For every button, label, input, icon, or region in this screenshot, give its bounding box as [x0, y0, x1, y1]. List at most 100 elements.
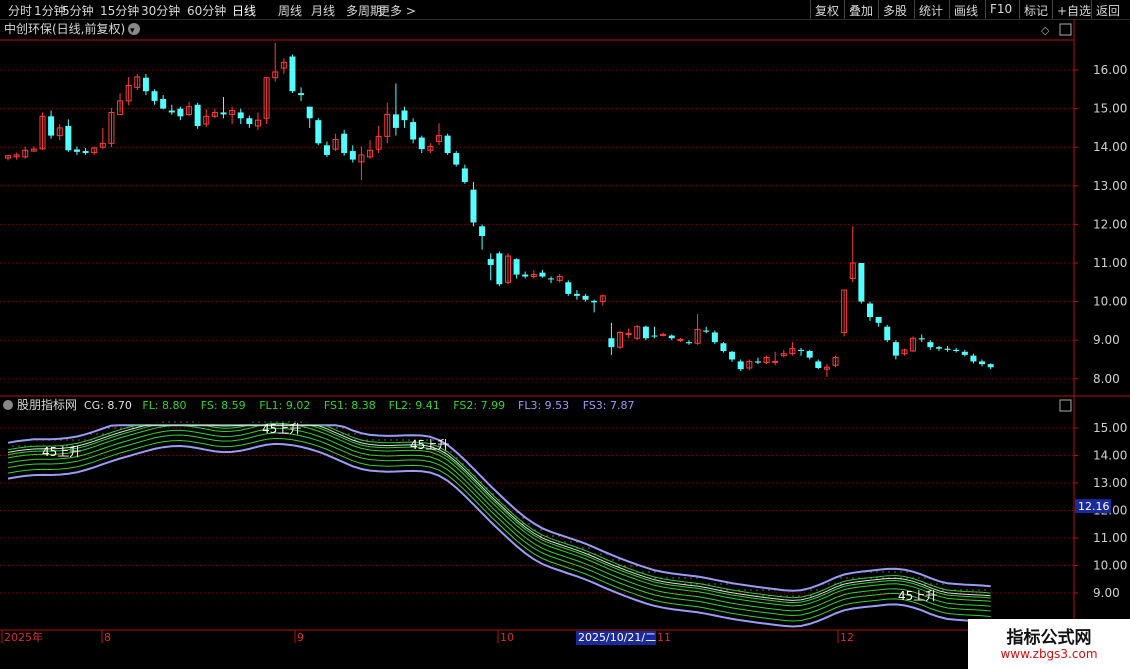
candle-body-down [573, 293, 580, 296]
toolbar-divider [1091, 0, 1092, 19]
toolbar-button-2[interactable]: 多股 [883, 2, 907, 19]
candle-body-down [298, 93, 305, 96]
candle-body-down [246, 118, 253, 125]
period-toolbar: 分时 1分钟 5分钟 15分钟 30分钟 60分钟 日线 周线 月线 多周期 更多 > 复权 叠加 多股统… [0, 0, 1130, 20]
toolbar-button-4[interactable]: 画线 [954, 2, 978, 19]
chevron-down-icon[interactable] [3, 400, 13, 410]
candle-body-down [306, 106, 313, 119]
price-tick-label: 13.00 [1093, 179, 1127, 193]
tab-period-4[interactable]: 30分钟 [141, 2, 180, 19]
indicator-value: CG: 8.70 [84, 399, 132, 412]
toolbar-button-0[interactable]: 复权 [815, 2, 839, 19]
candle-body-down [867, 303, 873, 318]
tab-period-3[interactable]: 15分钟 [100, 2, 139, 19]
toolbar-divider [985, 0, 986, 19]
diamond-icon[interactable]: ◇ [1041, 24, 1050, 37]
x-axis-label: 9 [297, 631, 304, 644]
candle-body-down [668, 335, 675, 339]
toolbar-button-1[interactable]: 叠加 [849, 2, 873, 19]
panel-toggle-icon[interactable] [1059, 399, 1072, 412]
toolbar-button-5[interactable]: F10 [990, 2, 1012, 16]
fl3-line [7, 424, 991, 592]
candle-body-down [522, 274, 529, 277]
candle-body-down [591, 300, 598, 303]
price-tick-label: 12.00 [1093, 217, 1127, 231]
price-tick-label: 15.00 [1093, 102, 1127, 116]
candle-body-down [315, 120, 322, 144]
tab-period-7[interactable]: 周线 [278, 2, 302, 19]
toolbar-button-7[interactable]: +自选 [1057, 2, 1091, 19]
signal-label: 45上升 [42, 445, 81, 459]
candle-body-down [461, 168, 468, 182]
tab-period-0[interactable]: 分时 [8, 2, 32, 19]
tab-more[interactable]: 更多 > [378, 2, 416, 19]
price-tick-label: 10.00 [1093, 295, 1127, 309]
tab-period-2[interactable]: 5分钟 [62, 2, 94, 19]
candle-body-down [608, 338, 615, 348]
indicator-tick-label: 10.00 [1093, 559, 1127, 573]
candle-body-down [349, 151, 356, 160]
candle-body-down [737, 361, 744, 370]
grid-lines [0, 69, 1074, 594]
candle-body-down [168, 110, 175, 113]
price-axes: 16.00 15.00 14.00 13.00 12.00 11.00 10.00 9.00 8… [0, 19, 1130, 650]
tab-period-6[interactable]: 日线 [232, 2, 256, 19]
indicator-value: FS2: 7.99 [453, 399, 505, 412]
candle-body-down [73, 149, 80, 152]
indicator-series [7, 417, 991, 628]
candle-body-down [539, 272, 546, 277]
chart-title: 中创环保(日线,前复权) [4, 21, 125, 36]
candle-body-down [944, 348, 951, 350]
indicator-tick-label: 9.00 [1093, 586, 1120, 600]
candle-body-down [142, 77, 149, 92]
candle-body-down [160, 98, 167, 109]
toolbar-divider [1019, 0, 1020, 19]
candle-body-down [927, 342, 934, 348]
candle-body-down [401, 110, 408, 121]
toolbar-divider [810, 0, 811, 19]
tab-period-5[interactable]: 60分钟 [187, 2, 226, 19]
candle-body-down [582, 295, 589, 300]
toolbar-button-8[interactable]: 返回 [1096, 2, 1120, 19]
candle-body-up [677, 338, 684, 341]
price-tick-label: 16.00 [1093, 63, 1127, 77]
price-tick-label: 11.00 [1093, 256, 1127, 270]
date-cursor-label: 2025/10/21/二 [578, 631, 656, 644]
chart-canvas[interactable]: 16.00 15.00 14.00 13.00 12.00 11.00 10.00 9.00 8… [0, 19, 1130, 650]
indicator-value: FL2: 9.41 [389, 399, 440, 412]
candle-body-down [220, 112, 227, 115]
tab-period-1[interactable]: 1分钟 [34, 2, 66, 19]
candle-body-down [323, 145, 330, 155]
candle-body-down [194, 104, 201, 126]
candle-body-down [289, 56, 296, 92]
indicator-tick-label: 11.00 [1093, 531, 1127, 545]
signal-label: 45上升 [410, 438, 449, 452]
candle-body-down [341, 133, 348, 153]
indicator-tick-label: 14.00 [1093, 449, 1127, 463]
candle-body-down [548, 278, 555, 280]
price-tick-label: 9.00 [1093, 333, 1120, 347]
fl2-line [7, 424, 991, 599]
x-axis-label: 8 [104, 631, 111, 644]
tab-period-8[interactable]: 月线 [311, 2, 335, 19]
x-axis-label: 2025年 [4, 630, 43, 644]
candle-body-up [772, 360, 779, 363]
candle-body-down [685, 342, 692, 344]
candle-body-down [892, 342, 899, 356]
indicator-tick-label: 15.00 [1093, 421, 1127, 435]
candle-body-down [798, 349, 805, 352]
price-tick-label: 8.00 [1093, 372, 1120, 386]
chart-area[interactable]: 16.00 15.00 14.00 13.00 12.00 11.00 10.00 9.00 8… [0, 19, 1130, 669]
candle-body-down [720, 343, 727, 352]
candle-body-down [961, 351, 968, 355]
candle-body-down [565, 282, 572, 294]
candle-body-down [642, 326, 649, 339]
toolbar-button-6[interactable]: 标记 [1024, 2, 1048, 19]
indicator-value: FS: 8.59 [201, 399, 246, 412]
candle-body-down [918, 338, 925, 340]
indicator-value: FS3: 7.87 [583, 399, 635, 412]
signal-label: 45上升 [262, 422, 301, 436]
panel-toggle-icon[interactable] [1059, 23, 1072, 36]
toolbar-button-3[interactable]: 统计 [919, 2, 943, 19]
tab-period-9[interactable]: 多周期 [346, 2, 382, 19]
